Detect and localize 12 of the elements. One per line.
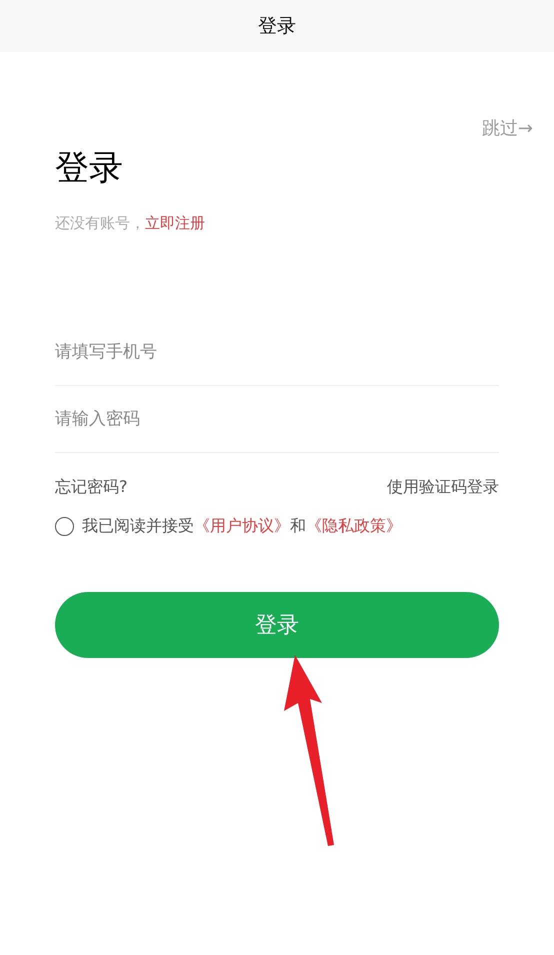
agreement-text: 我已阅读并接受《用户协议》和《隐私政策》	[82, 516, 402, 537]
login-button[interactable]: 登录	[55, 592, 499, 658]
forgot-password-link[interactable]: 忘记密码?	[55, 477, 128, 498]
sms-login-link[interactable]: 使用验证码登录	[387, 477, 499, 498]
register-link[interactable]: 立即注册	[145, 214, 205, 232]
policy-link[interactable]: 《用户协议》	[194, 516, 290, 535]
page-heading: 登录	[55, 147, 124, 190]
policy-link[interactable]: 《隐私政策》	[306, 516, 402, 535]
nav-title: 登录	[258, 14, 296, 39]
agreement-checkbox[interactable]	[55, 517, 74, 536]
register-prompt: 还没有账号，立即注册	[55, 214, 206, 233]
skip-link[interactable]: 跳过→	[482, 116, 533, 140]
